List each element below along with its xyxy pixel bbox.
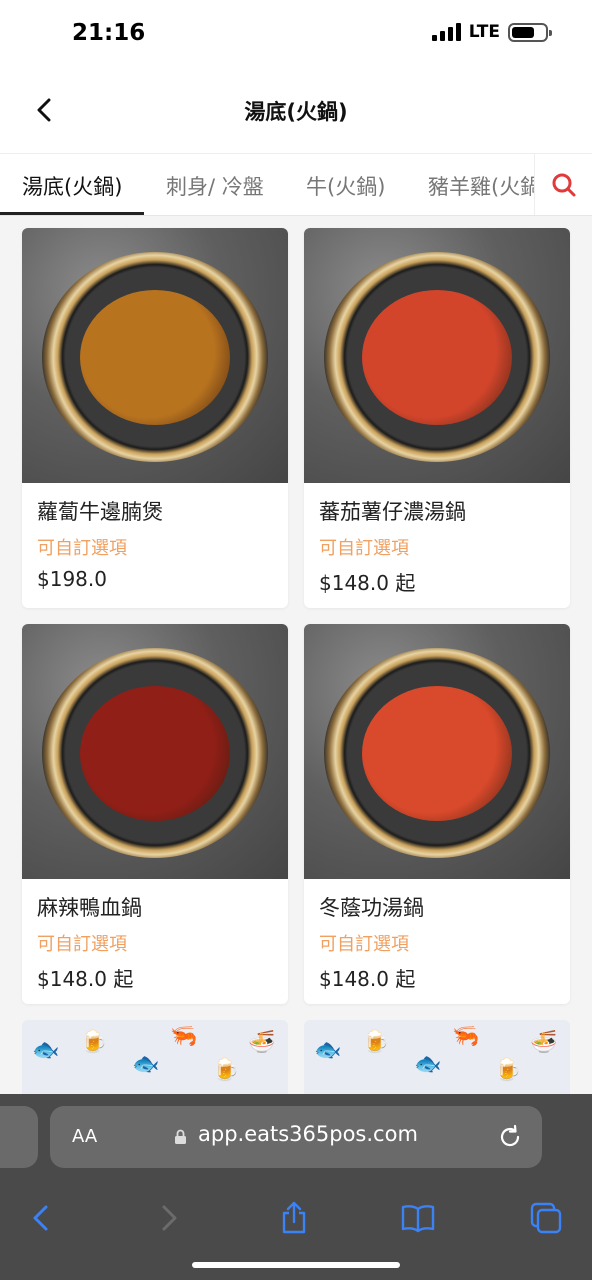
signal-icon <box>431 23 461 41</box>
tab-pork-lamb-chicken[interactable]: 豬羊雞(火鍋 <box>428 171 541 201</box>
product-price: $148.0 起 <box>37 967 134 991</box>
product-option-label: 可自訂選項 <box>37 538 127 559</box>
product-image <box>304 624 570 879</box>
page-title: 湯底(火鍋) <box>244 100 348 124</box>
product-name: 蘿蔔牛邊腩煲 <box>37 500 163 524</box>
beer-icon: 🍺 <box>362 1030 390 1055</box>
product-card[interactable]: 蘿蔔牛邊腩煲 可自訂選項 $198.0 <box>22 228 288 608</box>
product-price: $148.0 起 <box>319 967 416 991</box>
bowl-icon: 🍜 <box>248 1030 276 1055</box>
tab-sashimi[interactable]: 刺身/ 冷盤 <box>166 171 264 201</box>
battery-icon <box>508 22 552 42</box>
product-card[interactable]: 蕃茄薯仔濃湯鍋 可自訂選項 $148.0 起 <box>304 228 570 608</box>
product-option-label: 可自訂選項 <box>37 934 127 955</box>
product-image <box>22 624 288 879</box>
product-price: $148.0 起 <box>319 571 416 595</box>
tabs-button[interactable] <box>526 1198 566 1238</box>
address-bar[interactable]: AA app.eats365pos.com <box>50 1106 542 1168</box>
beer-icon: 🍺 <box>80 1030 108 1055</box>
shrimp-icon: 🦐 <box>170 1024 198 1049</box>
beer-icon: 🍺 <box>494 1058 522 1083</box>
tab-beef[interactable]: 牛(火鍋) <box>306 171 385 201</box>
product-image-placeholder[interactable]: 🐟 🍺 🐟 🦐 🍺 🍜 <box>22 1020 288 1100</box>
previous-tab-preview[interactable] <box>0 1106 38 1168</box>
product-name: 蕃茄薯仔濃湯鍋 <box>319 500 466 524</box>
share-button[interactable] <box>274 1198 314 1238</box>
tab-soup-base[interactable]: 湯底(火鍋) <box>22 171 122 201</box>
product-price: $198.0 <box>37 567 107 591</box>
share-icon <box>282 1201 306 1234</box>
tabs-icon <box>530 1202 562 1234</box>
chevron-left-icon <box>33 1205 48 1231</box>
book-icon <box>401 1205 435 1233</box>
product-option-label: 可自訂選項 <box>319 538 409 559</box>
url-text: app.eats365pos.com <box>198 1122 418 1146</box>
status-bar: 21:16 LTE <box>0 0 592 70</box>
product-option-label: 可自訂選項 <box>319 934 409 955</box>
product-image-placeholder[interactable]: 🐟 🍺 🐟 🦐 🍺 🍜 <box>304 1020 570 1100</box>
product-image <box>22 228 288 483</box>
reload-icon[interactable] <box>496 1123 524 1151</box>
product-name: 麻辣鴨血鍋 <box>37 896 142 920</box>
status-time: 21:16 <box>72 20 146 46</box>
fish-icon: 🐟 <box>132 1052 160 1077</box>
bookmarks-button[interactable] <box>398 1198 438 1238</box>
fish-icon: 🐟 <box>314 1038 342 1063</box>
browser-back-button[interactable] <box>20 1198 60 1238</box>
home-indicator <box>192 1262 400 1268</box>
product-card[interactable]: 冬蔭功湯鍋 可自訂選項 $148.0 起 <box>304 624 570 1004</box>
fish-icon: 🐟 <box>32 1038 60 1063</box>
browser-forward-button[interactable] <box>150 1198 190 1238</box>
search-button[interactable] <box>534 154 592 215</box>
nav-bar: 湯底(火鍋) <box>0 70 592 154</box>
product-card[interactable]: 麻辣鴨血鍋 可自訂選項 $148.0 起 <box>22 624 288 1004</box>
reader-settings-button[interactable]: AA <box>72 1126 97 1147</box>
beer-icon: 🍺 <box>212 1058 240 1083</box>
product-image <box>304 228 570 483</box>
chevron-right-icon <box>162 1205 177 1231</box>
active-tab-indicator <box>0 212 144 215</box>
category-tabs: 湯底(火鍋) 刺身/ 冷盤 牛(火鍋) 豬羊雞(火鍋 <box>0 154 592 216</box>
status-indicators: LTE <box>431 22 552 42</box>
fish-icon: 🐟 <box>414 1052 442 1077</box>
network-label: LTE <box>468 22 500 42</box>
bowl-icon: 🍜 <box>530 1030 558 1055</box>
product-name: 冬蔭功湯鍋 <box>319 896 424 920</box>
browser-toolbar: AA app.eats365pos.com <box>0 1094 592 1280</box>
lock-icon <box>175 1129 186 1144</box>
shrimp-icon: 🦐 <box>452 1024 480 1049</box>
search-icon <box>552 173 575 197</box>
